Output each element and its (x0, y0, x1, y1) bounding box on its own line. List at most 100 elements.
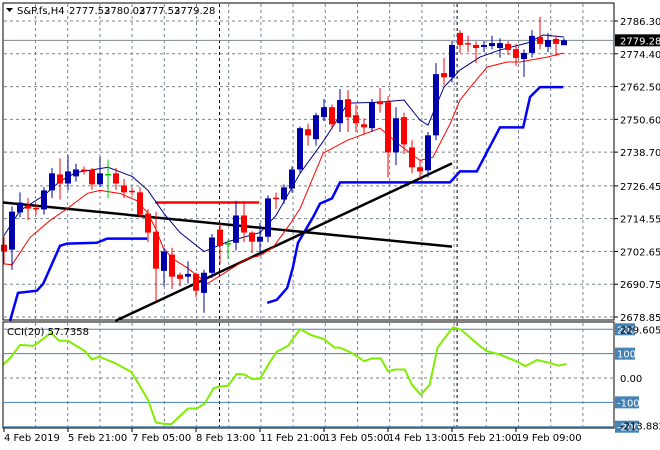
candle-body (209, 237, 215, 273)
candle-body (457, 32, 463, 45)
price-tick-label: 2726.45 (620, 182, 660, 193)
candle-body (521, 52, 527, 60)
time-tick-label: 11 Feb 21:00 (260, 433, 326, 444)
cci-level-minus100-label: -100 (617, 398, 640, 409)
candle-body (137, 192, 143, 215)
candle-body (161, 251, 167, 271)
time-tick-label: 4 Feb 2019 (4, 433, 60, 444)
candle-body (57, 174, 63, 184)
candle-body (337, 100, 343, 124)
candle-body (145, 213, 151, 233)
candle-body (553, 38, 559, 44)
candle-body (281, 187, 287, 200)
price-tick-label: 2774.40 (620, 50, 660, 61)
time-tick-label: 15 Feb 21:00 (452, 433, 518, 444)
candle-body (417, 167, 423, 172)
candle-body (217, 229, 223, 246)
candle-body (401, 117, 407, 145)
candle-body (121, 185, 127, 193)
candle-body (289, 169, 295, 189)
candle-body (425, 135, 431, 171)
time-tick-label: 5 Feb 21:00 (68, 433, 127, 444)
cci-level-100-label: 100 (617, 350, 636, 361)
candle-body (473, 44, 479, 48)
candle-body (97, 173, 103, 185)
candle-body (409, 147, 415, 168)
candle-body (113, 173, 119, 184)
candle-body (361, 124, 367, 128)
candle[interactable] (209, 233, 215, 279)
candle-body (17, 202, 23, 213)
candle-body (249, 232, 255, 242)
candle-body (169, 254, 175, 277)
price-tick-label: 2738.70 (620, 148, 660, 159)
candle-body (449, 44, 455, 78)
candle[interactable] (369, 98, 375, 133)
candle-body (177, 274, 183, 279)
time-tick-label: 8 Feb 13:00 (196, 433, 255, 444)
candle-body (49, 173, 55, 191)
candle-body (529, 35, 535, 53)
candle-body (153, 231, 159, 269)
price-tick-label: 2762.50 (620, 83, 660, 94)
candle-body (353, 115, 359, 124)
candle-body (41, 190, 47, 210)
time-tick-label: 7 Feb 05:00 (132, 433, 191, 444)
candle-body (201, 272, 207, 293)
candle-body (185, 273, 191, 277)
candle[interactable] (433, 63, 439, 141)
candle-body (193, 273, 199, 291)
ohlc-close: 2779.28 (174, 6, 215, 17)
candle-body (9, 211, 15, 250)
candle-body (241, 215, 247, 233)
candle-body (81, 169, 87, 172)
candle-body (233, 215, 239, 243)
candle-body (377, 101, 383, 105)
candle-body (297, 128, 303, 170)
header: S&P.fs,H4 2777.53 2780.03 2777.53 2779.2… (6, 6, 215, 17)
price-tick-label: 2714.55 (620, 215, 660, 226)
candle-body (345, 99, 351, 118)
candle-body (89, 169, 95, 185)
candle-body (1, 244, 7, 252)
candle-body (257, 236, 263, 242)
trading-chart[interactable]: 2786.30 2774.40 2762.50 2750.60 2738.70 2726.… (0, 0, 660, 450)
candle-body (313, 115, 319, 140)
candle-body (321, 107, 327, 118)
cci-title: CCI(20) 57.7358 (7, 327, 89, 338)
candle-body (65, 171, 71, 184)
candle-body (513, 49, 519, 58)
candle-body (433, 74, 439, 136)
price-tick-label: 2678.85 (620, 313, 660, 324)
symbol-label: S&P.fs,H4 (17, 6, 65, 17)
candle-body (561, 40, 567, 46)
candle-body (25, 205, 31, 209)
cci-axis-max: 229.6057 (620, 325, 660, 336)
price-tick-label: 2690.75 (620, 280, 660, 291)
candle-body (393, 118, 399, 153)
candle[interactable] (265, 195, 271, 243)
candle-body (497, 43, 503, 48)
candle-body (329, 107, 335, 125)
chart-background (0, 0, 660, 450)
candle-body (481, 44, 487, 47)
price-tick-label: 2786.30 (620, 17, 660, 28)
candle-body (73, 169, 79, 177)
cci-axis-zero: 0.00 (620, 374, 642, 385)
candle-body (369, 102, 375, 129)
cci-axis-min: -213.8827 (620, 422, 660, 433)
candle[interactable] (449, 41, 455, 83)
candle-body (441, 73, 447, 78)
time-tick-label: 13 Feb 05:00 (324, 433, 390, 444)
current-price-label: 2779.28 (620, 36, 660, 47)
candle-body (265, 198, 271, 237)
price-tick-label: 2702.65 (620, 247, 660, 258)
candle[interactable] (297, 126, 303, 174)
candle-body (537, 36, 543, 44)
time-tick-label: 14 Feb 13:00 (388, 433, 454, 444)
candle-body (545, 40, 551, 47)
candle-body (385, 102, 391, 153)
time-tick-label: 19 Feb 09:00 (516, 433, 582, 444)
price-tick-label: 2750.60 (620, 115, 660, 126)
candle-body (305, 129, 311, 136)
